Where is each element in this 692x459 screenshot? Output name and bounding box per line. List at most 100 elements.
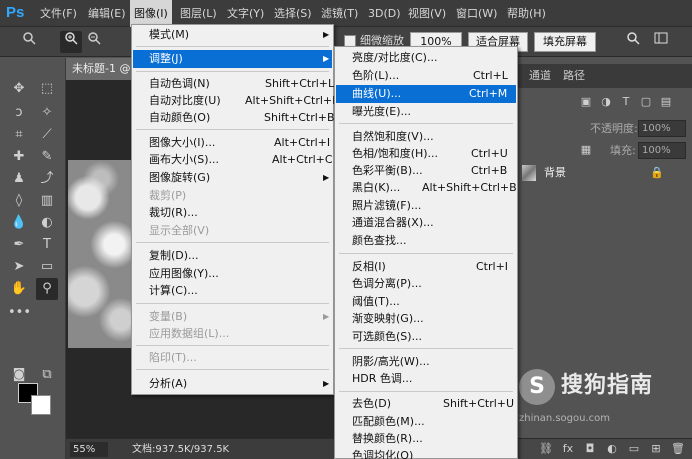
- opacity-field[interactable]: 100%: [638, 120, 686, 137]
- search-icon[interactable]: [622, 31, 644, 53]
- fill-field[interactable]: 100%: [638, 142, 686, 159]
- menu-item-vibrance[interactable]: 自然饱和度(V)...: [336, 128, 516, 146]
- fx-icon[interactable]: fx: [560, 441, 576, 457]
- menu-type[interactable]: 文字(Y): [223, 0, 268, 27]
- menu-item-canvas-size[interactable]: 画布大小(S)... Alt+Ctrl+C: [133, 151, 333, 169]
- menu-item-invert[interactable]: 反相(I) Ctrl+I: [336, 258, 516, 276]
- menu-item-threshold[interactable]: 阈值(T)...: [336, 293, 516, 311]
- menu-item-levels[interactable]: 色阶(L)... Ctrl+L: [336, 67, 516, 85]
- hand-tool-icon[interactable]: ✋: [8, 278, 30, 300]
- menu-layer[interactable]: 图层(L): [176, 0, 221, 27]
- crop-tool-icon[interactable]: ⌗: [8, 124, 30, 146]
- tab-paths[interactable]: 路径: [556, 64, 592, 88]
- menu-item-auto-tone[interactable]: 自动色调(N) Shift+Ctrl+L: [133, 75, 334, 93]
- menu-item-channel-mixer[interactable]: 通道混合器(X)...: [336, 214, 516, 232]
- healing-brush-icon[interactable]: ✚: [8, 146, 30, 168]
- brush-tool-icon[interactable]: ✎: [36, 146, 58, 168]
- screen-mode-icon[interactable]: ⧉: [36, 364, 58, 386]
- zoom-out-icon[interactable]: [83, 31, 105, 53]
- workspace-icon[interactable]: [650, 31, 672, 53]
- history-brush-icon[interactable]: ⤴: [36, 168, 58, 190]
- blur-tool-icon[interactable]: 💧: [8, 212, 30, 234]
- layer-row-background[interactable]: 背景 🔒: [518, 163, 692, 183]
- move-tool-icon[interactable]: ✥: [8, 78, 30, 100]
- menu-item-color-balance[interactable]: 色彩平衡(B)... Ctrl+B: [336, 162, 516, 180]
- path-selection-icon[interactable]: ➤: [8, 256, 30, 278]
- menu-item-hue-saturation[interactable]: 色相/饱和度(H)... Ctrl+U: [336, 145, 516, 163]
- fill-screen-button[interactable]: 填充屏幕: [534, 32, 596, 52]
- menu-item-brightness-contrast[interactable]: 亮度/对比度(C)...: [336, 49, 516, 67]
- menu-item-calculations[interactable]: 计算(C)...: [133, 282, 332, 300]
- group-icon[interactable]: ▭: [626, 441, 642, 457]
- menu-item-auto-contrast[interactable]: 自动对比度(U) Alt+Shift+Ctrl+L: [133, 92, 338, 110]
- lock-transparent-icon[interactable]: ▦: [578, 142, 594, 158]
- adjustment-filter-icon[interactable]: ◑: [598, 94, 614, 110]
- zoom-tool-icon[interactable]: ⚲: [36, 278, 58, 300]
- menu-item-hdr-toning[interactable]: HDR 色调...: [336, 370, 516, 388]
- quick-mask-icon[interactable]: ◙: [8, 364, 30, 386]
- menu-item-apply-image[interactable]: 应用图像(Y)...: [133, 265, 332, 283]
- dodge-tool-icon[interactable]: ◐: [36, 212, 58, 234]
- menu-3d[interactable]: 3D(D): [364, 0, 405, 27]
- shape-filter-icon[interactable]: ▢: [638, 94, 654, 110]
- menu-item-adjustments[interactable]: 调整(J) ▶: [133, 50, 332, 68]
- eyedropper-icon[interactable]: ⟋: [36, 124, 58, 146]
- menu-item-black-white[interactable]: 黑白(K)... Alt+Shift+Ctrl+B: [336, 179, 517, 197]
- layer-mask-icon[interactable]: ◘: [582, 441, 598, 457]
- zoom-level-field[interactable]: 55%: [70, 442, 108, 457]
- edit-toolbar-icon[interactable]: •••: [8, 302, 31, 324]
- menu-item-image-size[interactable]: 图像大小(I)... Alt+Ctrl+I: [133, 134, 332, 152]
- menu-item-auto-color[interactable]: 自动颜色(O) Shift+Ctrl+B: [133, 109, 335, 127]
- menu-item-color-lookup[interactable]: 颜色查找...: [336, 232, 516, 250]
- link-layers-icon[interactable]: ⛓: [538, 441, 554, 457]
- lasso-tool-icon[interactable]: ↄ: [8, 102, 30, 124]
- canvas-clouds-image[interactable]: [68, 160, 134, 348]
- menu-help[interactable]: 帮助(H): [503, 0, 550, 27]
- menu-item-replace-color[interactable]: 替换颜色(R)...: [336, 430, 516, 448]
- menu-item-exposure[interactable]: 曝光度(E)...: [336, 103, 516, 121]
- menu-item-mode[interactable]: 模式(M) ▶: [133, 26, 332, 44]
- gradient-tool-icon[interactable]: ▥: [36, 190, 58, 212]
- pen-tool-icon[interactable]: ✒: [8, 234, 30, 256]
- menu-item-trim[interactable]: 裁切(R)...: [133, 204, 332, 222]
- rectangle-tool-icon[interactable]: ▭: [36, 256, 58, 278]
- menu-view[interactable]: 视图(V): [404, 0, 450, 27]
- menu-item-gradient-map[interactable]: 渐变映射(G)...: [336, 310, 516, 328]
- tab-channels[interactable]: 通道: [522, 64, 558, 88]
- menu-filter[interactable]: 滤镜(T): [317, 0, 362, 27]
- menu-item-desaturate[interactable]: 去色(D) Shift+Ctrl+U: [336, 395, 516, 413]
- menu-item-label: 图像大小(I)...: [149, 136, 216, 149]
- menu-item-image-rotation[interactable]: 图像旋转(G) ▶: [133, 169, 332, 187]
- menu-item-analysis[interactable]: 分析(A) ▶: [133, 375, 332, 393]
- type-filter-icon[interactable]: T: [618, 94, 634, 110]
- layer-name: 背景: [544, 166, 566, 179]
- trash-icon[interactable]: 🗑: [670, 441, 686, 457]
- zoom-in-icon[interactable]: [60, 31, 82, 53]
- menu-item-posterize[interactable]: 色调分离(P)...: [336, 275, 516, 293]
- menu-edit[interactable]: 编辑(E): [84, 0, 130, 27]
- pixel-filter-icon[interactable]: ▣: [578, 94, 594, 110]
- menu-item-shadows-highlights[interactable]: 阴影/高光(W)...: [336, 353, 516, 371]
- menu-select[interactable]: 选择(S): [270, 0, 316, 27]
- zoom-tool-preset-icon[interactable]: [18, 31, 40, 53]
- menu-file[interactable]: 文件(F): [36, 0, 81, 27]
- submenu-arrow-icon: ▶: [323, 379, 330, 388]
- document-tab[interactable]: 未标题-1 @: [66, 58, 136, 80]
- adjustment-layer-icon[interactable]: ◐: [604, 441, 620, 457]
- menu-item-equalize[interactable]: 色调均化(Q): [336, 447, 516, 459]
- background-color-swatch[interactable]: [31, 395, 51, 415]
- menu-item-curves[interactable]: 曲线(U)... Ctrl+M: [336, 85, 516, 103]
- menu-item-selective-color[interactable]: 可选颜色(S)...: [336, 328, 516, 346]
- smart-object-filter-icon[interactable]: ▤: [658, 94, 674, 110]
- menu-image[interactable]: 图像(I): [130, 0, 172, 27]
- menu-window[interactable]: 窗口(W): [452, 0, 501, 27]
- menu-item-match-color[interactable]: 匹配颜色(M)...: [336, 413, 516, 431]
- eraser-tool-icon[interactable]: ◊: [8, 190, 30, 212]
- marquee-tool-icon[interactable]: ⬚: [36, 78, 58, 100]
- menu-item-photo-filter[interactable]: 照片滤镜(F)...: [336, 197, 516, 215]
- menu-item-duplicate[interactable]: 复制(D)...: [133, 247, 332, 265]
- type-tool-icon[interactable]: T: [36, 234, 58, 256]
- clone-stamp-icon[interactable]: ♟: [8, 168, 30, 190]
- magic-wand-icon[interactable]: ✧: [36, 102, 58, 124]
- new-layer-icon[interactable]: ⊞: [648, 441, 664, 457]
